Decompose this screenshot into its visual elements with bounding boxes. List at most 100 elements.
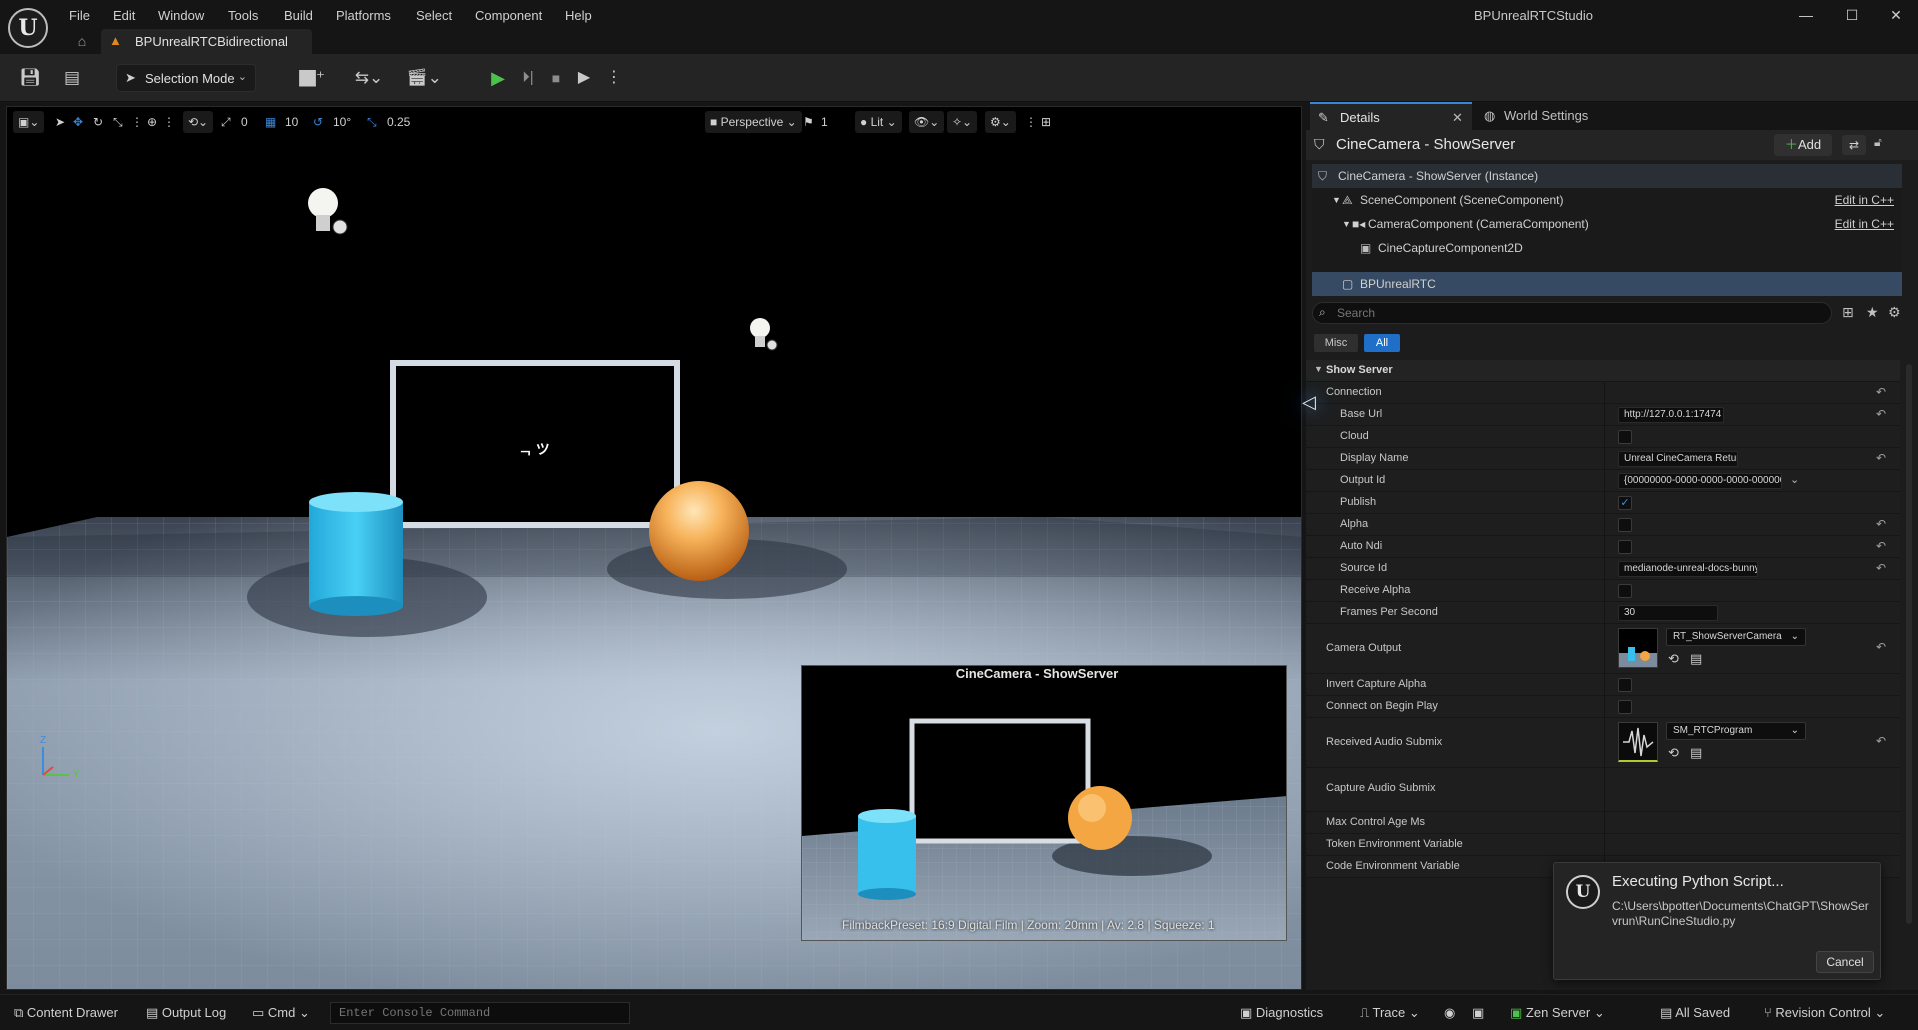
save-icon[interactable]: 💾︎: [18, 66, 42, 90]
screenshot-icon[interactable]: ▣: [1472, 1003, 1484, 1023]
zen-server-button[interactable]: ▣ Zen Server ⌄: [1510, 1003, 1605, 1023]
menu-file[interactable]: File: [69, 6, 90, 26]
stop-button[interactable]: ■: [544, 66, 568, 90]
menu-platforms[interactable]: Platforms: [336, 6, 391, 26]
tree-row-capture[interactable]: ▣ CineCaptureComponent2D: [1312, 236, 1902, 260]
close-tab-icon[interactable]: ✕: [1452, 104, 1463, 132]
content-drawer-button[interactable]: ⧉ Content Drawer: [14, 1003, 118, 1023]
auto-ndi-checkbox[interactable]: [1618, 540, 1632, 554]
viewport-settings-button[interactable]: ⚙⌄: [985, 111, 1016, 133]
publish-checkbox[interactable]: ✓: [1618, 496, 1632, 510]
cmd-dropdown[interactable]: ▭ Cmd ⌄: [252, 1003, 310, 1023]
reset-icon[interactable]: ↶: [1876, 734, 1886, 748]
document-tab[interactable]: ▲ BPUnrealRTCBidirectional: [101, 29, 312, 54]
rotate-snap-icon[interactable]: ⤢: [221, 111, 231, 133]
received-submix-combo[interactable]: SM_RTCProgram ⌄: [1666, 722, 1806, 740]
menu-edit[interactable]: Edit: [113, 6, 135, 26]
rotate-tool-icon[interactable]: ↻: [93, 111, 103, 133]
chevron-down-icon[interactable]: ⌄: [1790, 473, 1799, 486]
search-input[interactable]: [1337, 305, 1817, 321]
scale-tool-icon[interactable]: ⤡: [113, 111, 123, 133]
all-saved-button[interactable]: ▤ All Saved: [1660, 1003, 1730, 1023]
show-flags-button[interactable]: 👁︎⌄: [909, 111, 945, 133]
submix-thumbnail[interactable]: [1618, 722, 1658, 762]
scale-snap-value[interactable]: 0.25: [387, 111, 410, 133]
diagnostics-button[interactable]: ▣ Diagnostics: [1240, 1003, 1323, 1023]
step-button[interactable]: ⏵︎|: [516, 66, 540, 90]
menu-build[interactable]: Build: [284, 6, 313, 26]
menu-tools[interactable]: Tools: [228, 6, 258, 26]
world-local-icon[interactable]: ⊕: [147, 111, 157, 133]
revision-control-button[interactable]: ⑂ Revision Control ⌄: [1764, 1003, 1885, 1023]
render-target-thumbnail[interactable]: [1618, 628, 1658, 668]
menu-help[interactable]: Help: [565, 6, 592, 26]
prop-connection[interactable]: Connection ↶: [1306, 382, 1900, 404]
surface-snap-icon[interactable]: ⋮: [163, 111, 175, 133]
play-options-icon[interactable]: ⋮: [602, 66, 626, 90]
console-command-input[interactable]: [330, 1002, 630, 1024]
tree-row-scene[interactable]: ▼ ⟁ SceneComponent (SceneComponent) Edit…: [1312, 188, 1902, 212]
receive-alpha-checkbox[interactable]: [1618, 584, 1632, 598]
filter-misc[interactable]: Misc: [1314, 334, 1358, 352]
reset-icon[interactable]: ↶: [1876, 385, 1886, 399]
menu-select[interactable]: Select: [416, 6, 452, 26]
edit-in-cpp-link[interactable]: Edit in C++: [1835, 212, 1894, 236]
angle-snap-value[interactable]: 10°: [333, 111, 351, 133]
invert-alpha-checkbox[interactable]: [1618, 678, 1632, 692]
table-view-icon[interactable]: ⊞: [1842, 304, 1854, 321]
view-mode-button[interactable]: ● Lit ⌄: [855, 111, 902, 133]
reset-icon[interactable]: ↶: [1876, 407, 1886, 421]
select-tool-icon[interactable]: ➤: [55, 111, 65, 133]
output-log-button[interactable]: ▤ Output Log: [146, 1003, 226, 1023]
reset-icon[interactable]: ↶: [1876, 517, 1886, 531]
base-url-field[interactable]: http://127.0.0.1:17474: [1618, 407, 1724, 423]
reset-icon[interactable]: ↶: [1876, 539, 1886, 553]
reset-icon[interactable]: ↶: [1876, 451, 1886, 465]
translate-tool-icon[interactable]: ✥: [73, 111, 83, 133]
rotate-snap-toggle[interactable]: ⟲⌄: [183, 111, 214, 133]
play-button[interactable]: ▶: [486, 66, 510, 90]
level-viewport[interactable]: Z Y ᆨ ツ ▣⌄ ➤ ✥ ↻ ⤡ ⋮ ⊕ ⋮ ⟲⌄ ⤢ 0 ▦ 10 ↺ 1…: [6, 106, 1302, 990]
output-id-field[interactable]: {00000000-0000-0000-0000-000000000: [1618, 473, 1782, 489]
camera-speed-icon[interactable]: ⚑: [803, 111, 814, 133]
favorite-star-icon[interactable]: ★: [1866, 304, 1879, 321]
browse-asset-icon[interactable]: ▤: [1690, 745, 1702, 761]
camera-speed-value[interactable]: 1: [821, 111, 828, 133]
settings-gear-icon[interactable]: ⚙: [1888, 304, 1901, 321]
edit-in-cpp-link[interactable]: Edit in C++: [1835, 188, 1894, 212]
blueprint-icon[interactable]: ⇄: [1842, 135, 1866, 155]
cancel-button[interactable]: Cancel: [1816, 951, 1874, 973]
grid-snap-value[interactable]: 10: [285, 111, 298, 133]
minimize-button[interactable]: —: [1784, 2, 1828, 28]
add-component-button[interactable]: ＋Add: [1774, 134, 1832, 156]
rotate-snap-value[interactable]: 0: [241, 111, 248, 133]
lock-icon[interactable]: 🔓︎: [1874, 135, 1882, 150]
home-icon[interactable]: ⌂: [74, 33, 90, 49]
blueprint-menu-icon[interactable]: ⇆⌄: [350, 66, 388, 90]
reset-icon[interactable]: ↶: [1876, 561, 1886, 575]
perspective-button[interactable]: ■ Perspective ⌄: [705, 111, 802, 133]
angle-snap-icon[interactable]: ↺: [313, 111, 323, 133]
viewport-options-button[interactable]: ▣⌄: [13, 111, 45, 133]
eject-button[interactable]: ▶︎: [572, 66, 596, 90]
source-id-field[interactable]: medianode-unreal-docs-bunny: [1618, 561, 1758, 577]
add-actor-icon[interactable]: ⬛︎⁺: [294, 66, 330, 90]
point-light-icon[interactable]: [308, 188, 348, 235]
fps-slider-field[interactable]: 30: [1618, 605, 1718, 621]
menu-window[interactable]: Window: [158, 6, 204, 26]
menu-component[interactable]: Component: [475, 6, 542, 26]
close-window-button[interactable]: ✕: [1874, 2, 1918, 28]
use-selected-icon[interactable]: ⟲: [1668, 745, 1679, 761]
camera-output-combo[interactable]: RT_ShowServerCamera ⌄: [1666, 628, 1806, 646]
use-selected-icon[interactable]: ⟲: [1668, 651, 1679, 667]
filter-all[interactable]: All: [1364, 334, 1400, 352]
point-light-icon-2[interactable]: [750, 318, 778, 351]
reset-icon[interactable]: ↶: [1876, 640, 1886, 654]
alpha-checkbox[interactable]: [1618, 518, 1632, 532]
tool-options-icon[interactable]: ⋮: [131, 111, 143, 133]
cloud-checkbox[interactable]: [1618, 430, 1632, 444]
cinematics-menu-icon[interactable]: 🎬︎⌄: [404, 66, 444, 90]
more-options-icon[interactable]: ⋮: [1025, 111, 1037, 133]
tree-row-instance[interactable]: ⛉ CineCamera - ShowServer (Instance): [1312, 164, 1902, 188]
section-show-server[interactable]: ▼ Show Server: [1306, 360, 1900, 382]
